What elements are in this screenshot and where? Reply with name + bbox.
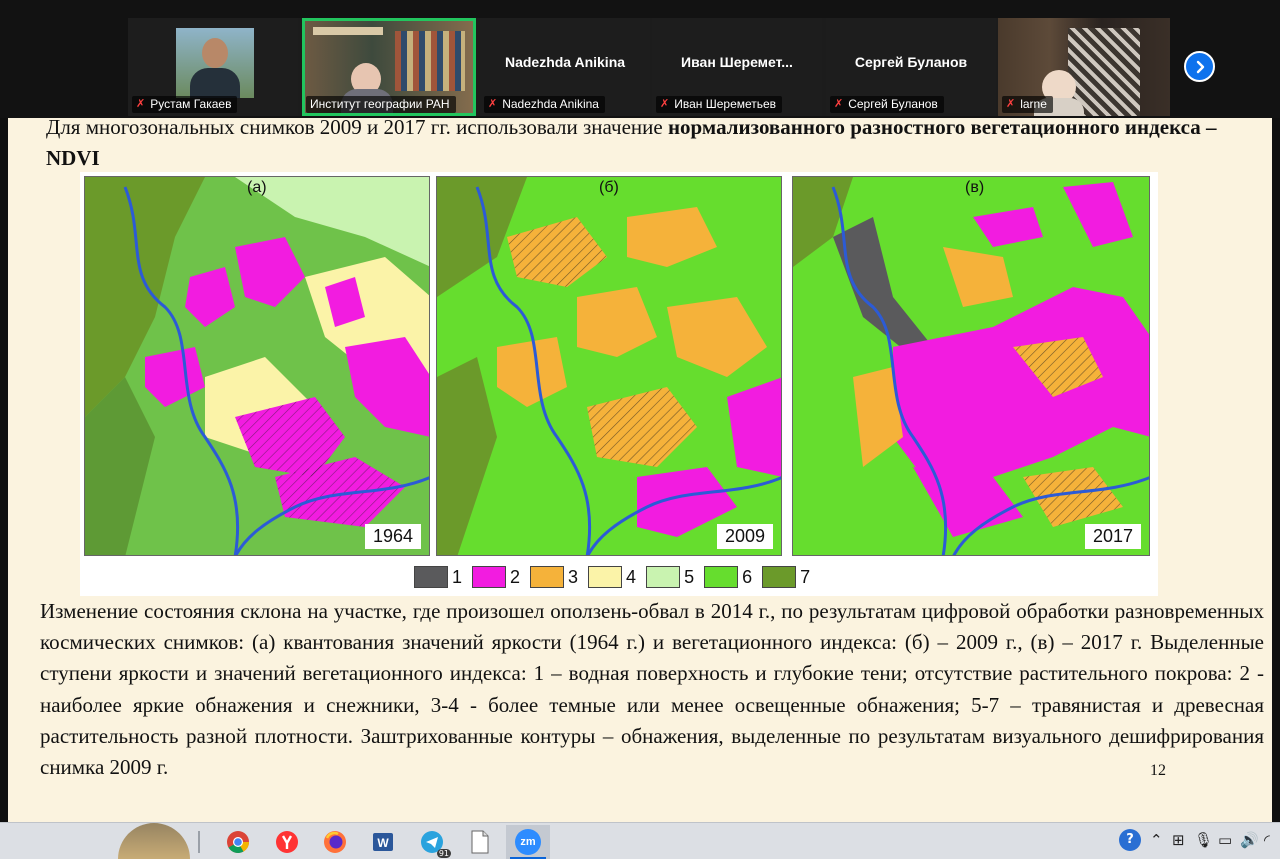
mic-muted-icon: ✗ <box>136 98 146 110</box>
legend-number: 4 <box>626 566 637 587</box>
participant-label: ✗ Иван Шереметьев <box>656 96 783 113</box>
network-icon[interactable]: ⊞ <box>1172 831 1185 849</box>
participant-tile[interactable]: ✗ Рустам Гакаев <box>128 18 298 116</box>
legend-swatch <box>704 566 739 588</box>
mic-muted-icon: ✗ <box>488 98 498 110</box>
legend-item: 4 <box>588 566 636 588</box>
participant-display-name: Иван Шеремет... <box>681 54 793 70</box>
mic-muted-icon: ✗ <box>660 98 670 110</box>
taskbar-thumbnail <box>118 823 190 859</box>
legend-swatch <box>646 566 681 588</box>
file-icon[interactable] <box>467 829 493 855</box>
participant-tile-active[interactable]: Институт географии РАН <box>302 18 476 116</box>
zoom-taskbar-button[interactable]: zm <box>506 825 550 859</box>
ndvi-figure: (а) 1964 (б) 2009 (в) 2017 1 2 3 4 5 6 7 <box>80 172 1158 596</box>
participant-label: Институт географии РАН <box>306 96 456 113</box>
legend-swatch <box>530 566 565 588</box>
map-b-image <box>437 177 781 555</box>
participant-tile[interactable]: Сергей Буланов ✗ Сергей Буланов <box>826 18 996 116</box>
chevron-up-icon[interactable]: ⌃ <box>1150 831 1163 849</box>
map-panel-c: (в) 2017 <box>792 176 1150 556</box>
participant-tile[interactable]: Nadezhda Anikina ✗ Nadezhda Anikina <box>480 18 650 116</box>
chrome-icon[interactable] <box>225 829 251 855</box>
participant-label: ✗ Рустам Гакаев <box>132 96 238 113</box>
panel-year: 1964 <box>364 524 421 549</box>
panel-letter: (в) <box>965 179 985 196</box>
legend-swatch <box>472 566 507 588</box>
zoom-icon: zm <box>515 829 541 855</box>
legend-swatch <box>762 566 797 588</box>
legend-item: 2 <box>472 566 520 588</box>
participant-tile[interactable]: Иван Шеремет... ✗ Иван Шереметьев <box>652 18 822 116</box>
participant-tiles: ✗ Рустам Гакаев Институт географии РАН Na… <box>128 18 1170 116</box>
participant-strip: ✗ Рустам Гакаев Институт географии РАН Na… <box>0 0 1280 118</box>
battery-icon[interactable]: ▭ <box>1218 831 1232 849</box>
legend-number: 3 <box>568 566 579 587</box>
mic-muted-icon: ✗ <box>1006 98 1016 110</box>
legend-swatch <box>414 566 448 588</box>
telegram-badge: 91 <box>436 849 451 858</box>
volume-icon[interactable]: 🔊 <box>1240 831 1259 849</box>
firefox-icon[interactable] <box>322 829 348 855</box>
legend-item: 5 <box>646 566 694 588</box>
panel-letter: (б) <box>599 179 619 196</box>
participant-video <box>176 28 254 98</box>
legend-swatch <box>588 566 623 588</box>
panel-year: 2017 <box>1084 524 1141 549</box>
figure-caption: Изменение состояния склона на участке, г… <box>40 599 1264 780</box>
participant-display-name: Сергей Буланов <box>854 54 968 70</box>
slide-page-number: 12 <box>1150 762 1166 779</box>
legend-number: 7 <box>800 566 811 587</box>
next-participants-button[interactable] <box>1184 51 1215 82</box>
participant-label: ✗ Nadezhda Anikina <box>484 96 605 113</box>
map-panel-a: (а) 1964 <box>84 176 430 556</box>
legend-number: 5 <box>684 566 695 587</box>
wifi-icon[interactable]: ◜ <box>1264 831 1270 849</box>
microphone-icon[interactable]: 🎙 <box>1194 831 1213 849</box>
word-icon[interactable]: W <box>370 829 396 855</box>
help-icon[interactable]: ? <box>1119 829 1141 851</box>
participant-display-name: Nadezhda Anikina <box>504 54 626 70</box>
svg-text:W: W <box>377 836 389 850</box>
legend-number: 6 <box>742 566 753 587</box>
legend-number: 2 <box>510 566 521 587</box>
chevron-right-icon <box>1196 60 1204 73</box>
windows-taskbar: W 91 zm ? ⌃ ⊞ 🎙 ▭ 🔊 ◜ <box>0 822 1280 859</box>
shared-slide: Для многозональных снимков 2009 и 2017 г… <box>8 118 1272 822</box>
legend-item: 1 <box>414 566 462 588</box>
map-c-image <box>793 177 1149 555</box>
legend-item: 3 <box>530 566 578 588</box>
participant-label: ✗ Сергей Буланов <box>830 96 944 113</box>
taskbar-divider <box>198 831 200 853</box>
panel-letter: (а) <box>247 179 267 196</box>
telegram-icon[interactable]: 91 <box>419 829 451 858</box>
legend-item: 6 <box>704 566 752 588</box>
panel-year: 2009 <box>716 524 773 549</box>
legend-number: 1 <box>452 566 463 587</box>
mic-muted-icon: ✗ <box>834 98 844 110</box>
yandex-browser-icon[interactable] <box>274 829 300 855</box>
slide-intro-text: Для многозональных снимков 2009 и 2017 г… <box>46 118 1217 170</box>
map-legend: 1 2 3 4 5 6 7 <box>414 564 820 590</box>
participant-label: ✗ larne <box>1002 96 1053 113</box>
legend-item: 7 <box>762 566 810 588</box>
participant-tile[interactable]: ✗ larne <box>998 18 1170 116</box>
map-panel-b: (б) 2009 <box>436 176 782 556</box>
map-a-image <box>85 177 429 555</box>
